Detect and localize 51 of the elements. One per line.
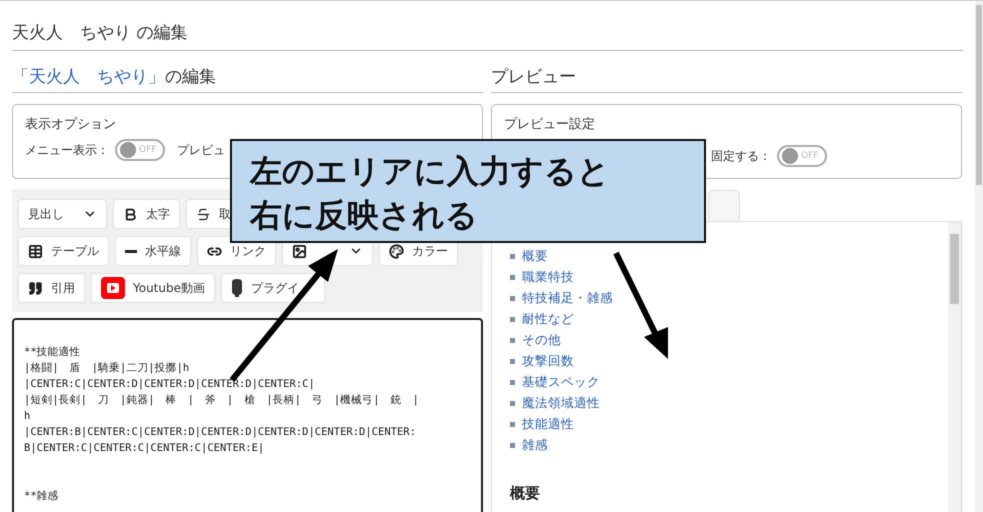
toolbar-button[interactable]: 水平線 <box>115 236 191 266</box>
card-title: 表示オプション <box>25 116 117 133</box>
quote-icon <box>28 280 43 296</box>
card-title: プレビュー設定 <box>504 116 596 133</box>
toolbar-button[interactable]: テーブル <box>18 236 109 266</box>
toolbar-button[interactable]: 引用 <box>18 273 85 303</box>
toolbar-button[interactable]: Youtube動画 <box>91 273 215 303</box>
table-icon <box>28 244 43 258</box>
page-title: 天火人 ちやり の編集 <box>12 21 963 51</box>
bullet-icon <box>510 359 515 364</box>
bullet-icon <box>510 380 515 385</box>
bullet-icon <box>510 338 515 343</box>
toolbar-button[interactable]: 太字 <box>113 199 180 229</box>
toggle-label: メニュー表示： <box>25 142 109 158</box>
toc-link[interactable]: 概要 <box>522 248 548 265</box>
toc-link[interactable]: 魔法領域適性 <box>522 395 600 412</box>
text-editor[interactable]: **技能適性 |格闘| 盾 |騎乗|二刀|投擲|h |CENTER:C|CENTER:D|CENTER:D|CENTER:D|CENTER:C| |短剣|長剣| 刀 |鈍器| 棒 | 斧 | 槍 |長柄| 弓 |機械弓| 銃 |h |CENTER:B|CENTER:C|CENTER:D|CENTER:D|CENTER:D|CENTER:D|CENTER:B|CENTER:C|CENTER:C|CENTER:C|CENTER:E| **雑感 <box>12 318 483 512</box>
scrollbar[interactable] <box>948 222 961 512</box>
palette-icon <box>389 244 404 258</box>
toggle-label: 固定する： <box>711 148 771 164</box>
toc-link[interactable]: 耐性など <box>522 311 574 328</box>
toolbar-button[interactable]: 見出し <box>18 199 107 229</box>
bold-icon <box>123 206 138 222</box>
page-name-link[interactable]: 「天火人 ちやり」 <box>12 67 165 87</box>
preview-heading: プレビュー <box>491 65 962 93</box>
image-icon <box>292 244 307 258</box>
option-label: プレビュ <box>177 142 225 158</box>
bullet-icon <box>510 443 515 448</box>
callout-text: 右に反映される <box>250 195 479 236</box>
toc-link[interactable]: 技能適性 <box>522 416 574 433</box>
plug-icon <box>231 279 243 297</box>
heading-suffix: の編集 <box>165 67 216 87</box>
strikethrough-icon <box>196 206 211 222</box>
toc-link[interactable]: 攻撃回数 <box>522 353 574 370</box>
bullet-icon <box>510 317 515 322</box>
toolbar-button[interactable]: プラグイ <box>221 273 325 303</box>
toc-link[interactable]: 雑感 <box>522 437 548 454</box>
bullet-icon <box>510 422 515 427</box>
video-play-icon <box>101 277 125 299</box>
bullet-icon <box>510 275 515 280</box>
toc-link[interactable]: 職業特技 <box>522 269 574 286</box>
toc-link[interactable]: 基礎スペック <box>522 374 600 391</box>
preview-tab[interactable] <box>708 190 740 221</box>
page-scrollbar[interactable] <box>975 1 983 512</box>
bullet-icon <box>510 401 515 406</box>
bullet-icon <box>510 296 515 301</box>
bullet-icon <box>510 254 515 259</box>
callout-text: 左のエリアに入力すると <box>250 151 611 192</box>
toc-link[interactable]: 特技補足・雑感 <box>522 290 613 307</box>
section-heading: 概要 <box>510 484 541 503</box>
toc-link[interactable]: その他 <box>522 332 561 349</box>
